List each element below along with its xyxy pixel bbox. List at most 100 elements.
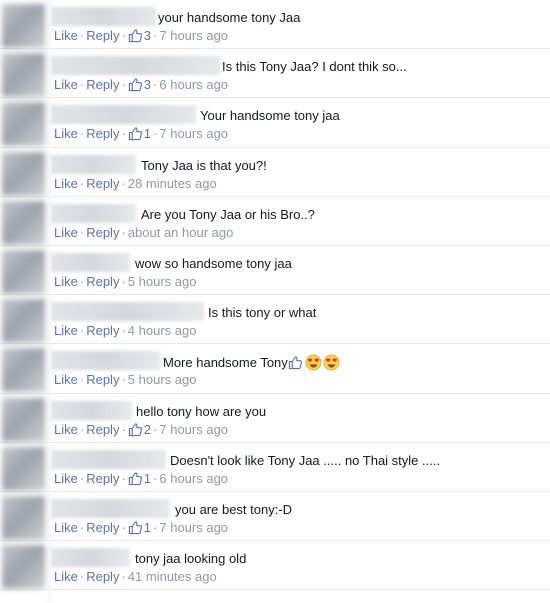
- comment-text-content: Your handsome tony jaa: [200, 108, 340, 124]
- comment-meta: Like · Reply · 41 minutes ago: [54, 569, 217, 585]
- avatar[interactable]: [2, 200, 46, 245]
- commenter-name-blurred[interactable]: [50, 400, 132, 420]
- like-link[interactable]: Like: [54, 520, 78, 535]
- comment-timestamp[interactable]: 7 hours ago: [159, 28, 228, 43]
- reply-link[interactable]: Reply: [86, 372, 119, 387]
- comment-timestamp[interactable]: 7 hours ago: [159, 520, 228, 535]
- like-link[interactable]: Like: [54, 274, 78, 289]
- avatar[interactable]: [2, 446, 46, 491]
- commenter-name-blurred[interactable]: [50, 252, 130, 272]
- like-link[interactable]: Like: [54, 28, 78, 43]
- avatar[interactable]: [2, 53, 46, 98]
- like-count-value: 1: [143, 126, 152, 142]
- comment-item: Is this Tony Jaa? I dont thik so... Like ·…: [0, 49, 550, 99]
- reply-link[interactable]: Reply: [86, 176, 119, 191]
- heart-eyes-emoji-icon: [305, 354, 322, 371]
- thumbs-up-icon: [128, 77, 143, 92]
- comment-meta: Like · Reply · 1 · 6 hours ago: [54, 471, 228, 487]
- avatar[interactable]: [2, 495, 46, 540]
- reply-link[interactable]: Reply: [86, 126, 119, 141]
- commenter-name-blurred[interactable]: [50, 548, 130, 568]
- comment-timestamp[interactable]: 28 minutes ago: [128, 176, 217, 191]
- separator-dot: ·: [79, 28, 85, 43]
- comment-timestamp[interactable]: 5 hours ago: [128, 372, 197, 387]
- like-link[interactable]: Like: [54, 372, 78, 387]
- like-link[interactable]: Like: [54, 569, 78, 584]
- comment-text: hello tony how are you: [136, 404, 266, 420]
- separator-dot: ·: [79, 323, 85, 339]
- reply-link[interactable]: Reply: [86, 422, 119, 437]
- commenter-name-blurred[interactable]: [50, 154, 136, 174]
- comment-text: Is this tony or what: [208, 305, 316, 321]
- commenter-name-blurred[interactable]: [50, 498, 170, 518]
- avatar[interactable]: [2, 397, 46, 442]
- comment-timestamp[interactable]: 6 hours ago: [159, 77, 228, 92]
- like-count[interactable]: 2: [128, 422, 151, 437]
- commenter-name-blurred[interactable]: [50, 7, 156, 26]
- commenter-name-blurred[interactable]: [50, 449, 166, 469]
- separator-dot: ·: [79, 421, 85, 437]
- separator-dot: ·: [121, 519, 126, 535]
- avatar[interactable]: [2, 348, 46, 393]
- separator-dot: ·: [121, 569, 126, 585]
- like-count[interactable]: 1: [128, 126, 151, 141]
- like-link[interactable]: Like: [54, 471, 78, 486]
- reply-link[interactable]: Reply: [86, 28, 119, 43]
- avatar[interactable]: [2, 151, 46, 196]
- avatar[interactable]: [2, 249, 46, 294]
- separator-dot: ·: [79, 273, 85, 289]
- thumbs-up-icon: [128, 422, 143, 437]
- separator-dot: ·: [79, 470, 85, 486]
- like-link[interactable]: Like: [54, 176, 78, 191]
- commenter-name-blurred[interactable]: [50, 351, 160, 371]
- separator-dot: ·: [121, 273, 126, 289]
- reply-link[interactable]: Reply: [86, 569, 119, 584]
- commenter-name-blurred[interactable]: [50, 203, 136, 223]
- like-link[interactable]: Like: [54, 225, 78, 240]
- like-count[interactable]: 1: [128, 520, 151, 535]
- like-count[interactable]: 3: [128, 28, 151, 43]
- avatar[interactable]: [2, 299, 46, 344]
- reply-link[interactable]: Reply: [86, 520, 119, 535]
- comment-item: Are you Tony Jaa or his Bro..? Like · Reply…: [0, 197, 550, 246]
- separator-dot: ·: [121, 323, 126, 339]
- commenter-name-blurred[interactable]: [50, 302, 204, 322]
- comment-timestamp[interactable]: 6 hours ago: [159, 471, 228, 486]
- like-count[interactable]: 3: [128, 77, 151, 92]
- comment-item: Your handsome tony jaa Like · Reply · 1 · 7 hou…: [0, 98, 550, 148]
- separator-dot: ·: [121, 421, 126, 437]
- commenter-name-blurred[interactable]: [50, 105, 196, 125]
- like-link[interactable]: Like: [54, 323, 78, 338]
- reply-link[interactable]: Reply: [86, 225, 119, 240]
- like-link[interactable]: Like: [54, 77, 78, 92]
- like-count-value: 1: [143, 470, 152, 486]
- reply-link[interactable]: Reply: [86, 77, 119, 92]
- comment-item: wow so handsome tony jaa Like · Reply · 5 hou…: [0, 246, 550, 296]
- separator-dot: ·: [121, 28, 126, 43]
- comment-timestamp[interactable]: 7 hours ago: [159, 126, 228, 141]
- comment-meta: Like · Reply · 1 · 7 hours ago: [54, 126, 228, 142]
- comment-timestamp[interactable]: about an hour ago: [128, 225, 234, 240]
- avatar[interactable]: [2, 545, 46, 590]
- comment-text: tony jaa looking old: [135, 551, 246, 567]
- comment-item: your handsome tony Jaa Like · Reply · 3 · 7 hou…: [0, 0, 550, 50]
- comment-timestamp[interactable]: 7 hours ago: [159, 422, 228, 437]
- reply-link[interactable]: Reply: [86, 323, 119, 338]
- commenter-name-blurred[interactable]: [50, 56, 220, 76]
- like-count[interactable]: 1: [128, 471, 151, 486]
- avatar[interactable]: [2, 4, 46, 48]
- reply-link[interactable]: Reply: [86, 274, 119, 289]
- comment-timestamp[interactable]: 5 hours ago: [128, 274, 197, 289]
- reply-link[interactable]: Reply: [86, 471, 119, 486]
- comment-timestamp[interactable]: 41 minutes ago: [128, 569, 217, 584]
- avatar[interactable]: [2, 102, 46, 147]
- comment-timestamp[interactable]: 4 hours ago: [128, 323, 197, 338]
- like-link[interactable]: Like: [54, 126, 78, 141]
- comment-item: hello tony how are you Like · Reply · 2 · 7 hou…: [0, 394, 550, 443]
- separator-dot: ·: [121, 77, 126, 93]
- comment-meta: Like · Reply · 5 hours ago: [54, 372, 196, 388]
- comment-text-content: Is this Tony Jaa? I dont thik so...: [222, 59, 407, 75]
- like-link[interactable]: Like: [54, 422, 78, 437]
- comment-item: Is this tony or what Like · Reply · 4 hours a…: [0, 295, 550, 345]
- separator-dot: ·: [79, 519, 85, 535]
